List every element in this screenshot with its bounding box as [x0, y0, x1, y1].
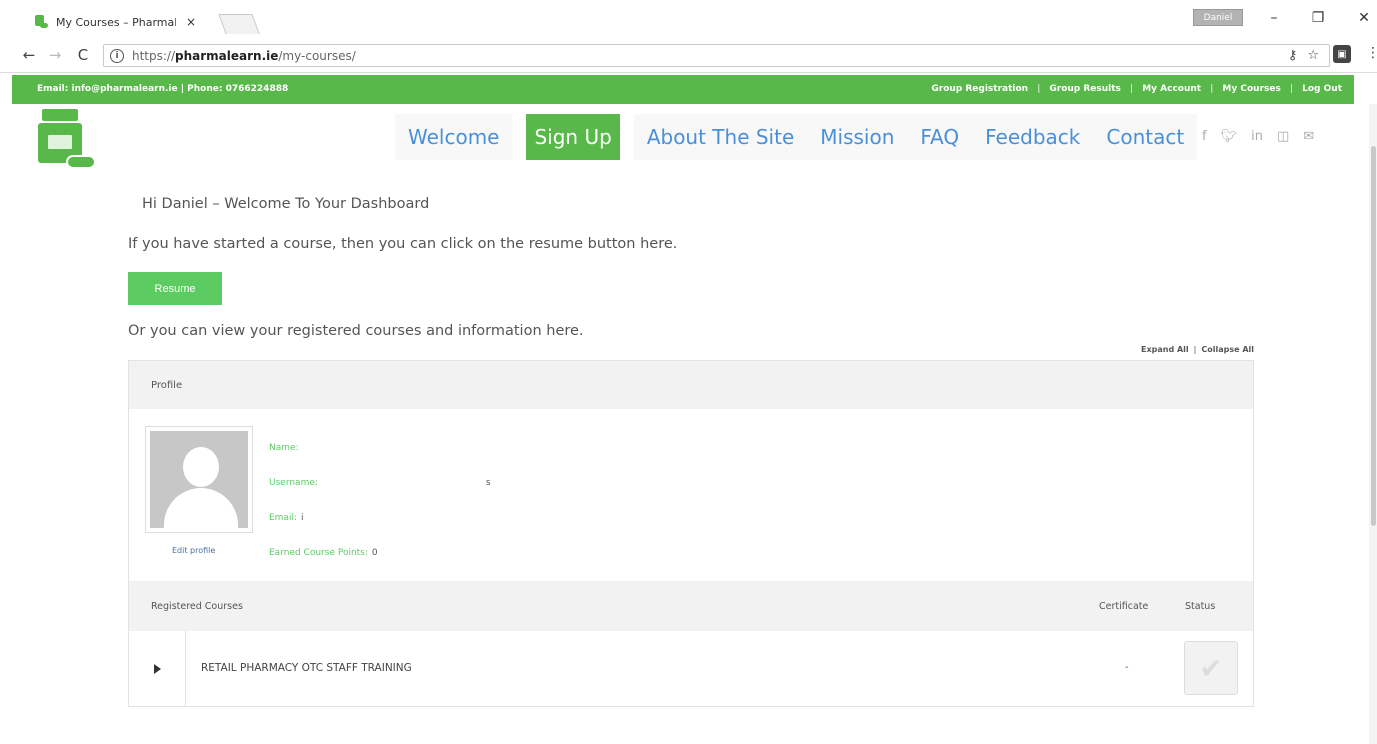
status-header: Status — [1185, 601, 1216, 612]
courses-table-header: Registered Courses Certificate Status — [129, 581, 1253, 631]
bookmark-star-icon[interactable]: ☆ — [1307, 48, 1319, 63]
status-checkmark-icon: ✔ — [1184, 641, 1238, 695]
table-row: RETAIL PHARMACY OTC STAFF TRAINING - ✔ — [129, 631, 1253, 706]
site-header: Welcome Sign Up About The Site Mission F… — [12, 104, 1354, 169]
points-label: Earned Course Points: — [269, 548, 368, 558]
instagram-icon[interactable]: ◫ — [1277, 129, 1289, 144]
link-group-registration[interactable]: Group Registration — [931, 84, 1028, 94]
link-my-courses[interactable]: My Courses — [1222, 84, 1280, 94]
registered-courses-header: Registered Courses — [151, 601, 243, 612]
link-separator: | — [1210, 84, 1214, 94]
reload-icon[interactable]: C — [74, 46, 92, 64]
scrollbar-thumb[interactable] — [1371, 146, 1376, 526]
menu-faq[interactable]: FAQ — [907, 114, 973, 160]
menu-about-the-site[interactable]: About The Site — [633, 114, 808, 160]
default-user-icon — [150, 431, 248, 528]
collapse-all-link[interactable]: Collapse All — [1201, 345, 1254, 354]
menu-welcome[interactable]: Welcome — [395, 114, 513, 160]
resume-button[interactable]: Resume — [128, 272, 222, 305]
browser-tabstrip: My Courses – PharmaLe: × Daniel – ❐ ✕ — [0, 0, 1377, 37]
link-separator: | — [1037, 84, 1041, 94]
new-tab-button[interactable] — [218, 14, 260, 34]
minimize-icon[interactable]: – — [1264, 10, 1284, 26]
profile-badge[interactable]: Daniel — [1193, 9, 1243, 26]
link-log-out[interactable]: Log Out — [1302, 84, 1342, 94]
profile-panel: Profile Edit profile Name: Username: s Em… — [128, 360, 1254, 707]
certificate-value: - — [1125, 662, 1129, 673]
username-value: s — [485, 478, 491, 488]
browser-toolbar: ← → C i https://pharmalearn.ie/my-course… — [0, 37, 1377, 73]
tab-close-icon[interactable]: × — [186, 15, 196, 29]
site-info-icon[interactable]: i — [110, 48, 124, 63]
profile-name-field: Name: — [269, 443, 303, 453]
link-group-results[interactable]: Group Results — [1049, 84, 1121, 94]
profile-email-field: Email: i — [269, 513, 304, 523]
facebook-icon[interactable]: f — [1202, 129, 1207, 144]
extension-icon[interactable]: ▣ — [1333, 45, 1351, 63]
contact-info: Email: info@pharmalearn.ie | Phone: 0766… — [37, 84, 289, 94]
twitter-icon[interactable]: 🐦︎ — [1221, 129, 1238, 144]
expand-collapse-links: Expand All | Collapse All — [1141, 345, 1254, 354]
menu-sign-up[interactable]: Sign Up — [526, 114, 620, 160]
dashboard-greeting: Hi Daniel – Welcome To Your Dashboard — [142, 196, 430, 212]
tab-title: My Courses – PharmaLe: — [56, 15, 176, 29]
resume-intro: If you have started a course, then you c… — [128, 236, 678, 252]
profile-heading[interactable]: Profile — [129, 361, 1253, 409]
browser-menu-icon[interactable]: ⋮ — [1366, 45, 1377, 61]
certificate-header: Certificate — [1099, 601, 1149, 612]
courses-intro: Or you can view your registered courses … — [128, 323, 584, 339]
linkedin-icon[interactable]: in — [1251, 129, 1263, 144]
edit-profile-link[interactable]: Edit profile — [172, 546, 215, 555]
email-label: Email: — [269, 513, 298, 523]
main-menu: Welcome Sign Up About The Site Mission F… — [395, 114, 1198, 160]
menu-contact[interactable]: Contact — [1093, 114, 1198, 160]
restore-icon[interactable]: ❐ — [1308, 10, 1328, 26]
account-links: Group Registration | Group Results | My … — [931, 84, 1342, 94]
expand-all-link[interactable]: Expand All — [1141, 345, 1189, 354]
link-separator: | — [1129, 84, 1134, 94]
profile-username-field: Username: s — [269, 478, 491, 488]
menu-mission[interactable]: Mission — [807, 114, 908, 160]
course-name[interactable]: RETAIL PHARMACY OTC STAFF TRAINING — [201, 662, 412, 674]
key-icon[interactable]: ⚷ — [1288, 48, 1298, 63]
email-value: i — [301, 513, 304, 523]
browser-tab[interactable]: My Courses – PharmaLe: × — [26, 9, 226, 35]
pharmalearn-logo[interactable] — [38, 109, 98, 171]
close-window-icon[interactable]: ✕ — [1354, 10, 1374, 26]
address-url: https://pharmalearn.ie/my-courses/ — [132, 48, 356, 63]
site-favicon-icon — [34, 15, 48, 29]
caret-right-icon — [153, 663, 161, 674]
menu-feedback[interactable]: Feedback — [972, 114, 1094, 160]
profile-points-field: Earned Course Points: 0 — [269, 548, 378, 558]
link-my-account[interactable]: My Account — [1142, 84, 1201, 94]
address-bar[interactable]: i https://pharmalearn.ie/my-courses/ ⚷ ☆ — [103, 44, 1330, 67]
points-value: 0 — [371, 548, 378, 558]
name-label: Name: — [269, 443, 299, 453]
social-links: f 🐦︎ in ◫ ✉ — [1202, 129, 1314, 144]
site-topbar: Email: info@pharmalearn.ie | Phone: 0766… — [12, 75, 1354, 104]
avatar — [145, 426, 253, 533]
username-label: Username: — [269, 478, 318, 488]
link-separator: | — [1289, 84, 1294, 94]
expand-row-toggle[interactable] — [129, 631, 186, 706]
email-icon[interactable]: ✉ — [1303, 129, 1314, 144]
back-arrow-icon[interactable]: ← — [20, 46, 38, 64]
forward-arrow-icon[interactable]: → — [46, 46, 64, 64]
